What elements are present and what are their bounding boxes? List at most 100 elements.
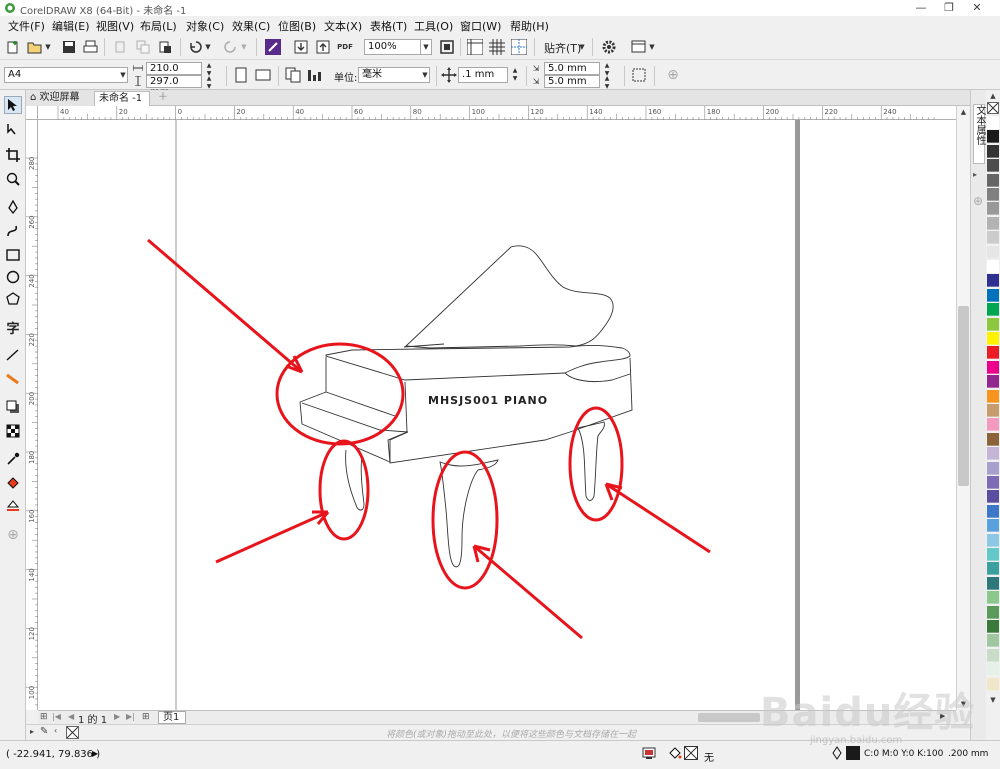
nudge-distance-field[interactable]: .1 mm [458,67,508,83]
palette-swatch[interactable] [987,461,999,475]
search-content-icon[interactable] [264,38,282,56]
save-icon[interactable] [60,38,78,56]
palette-swatch[interactable] [987,303,999,317]
menu-object[interactable]: 对象(C) [186,18,224,34]
publish-pdf-icon[interactable]: PDF [336,38,354,56]
add-page-after-icon[interactable]: ⊞ [142,712,150,722]
snap-dropdown-icon[interactable]: ▼ [578,38,586,56]
page-size-select[interactable]: A4 [4,67,128,83]
add-docker-icon[interactable]: ⊕ [973,194,983,208]
last-page-icon[interactable]: ▶| [126,712,135,721]
palette-swatch[interactable] [987,274,999,288]
all-pages-icon[interactable] [284,66,302,84]
zoom-tool-icon[interactable] [4,170,22,188]
palette-eyedropper-icon[interactable]: ✎ [40,726,48,737]
palette-swatch[interactable] [987,216,999,230]
palette-swatch[interactable] [987,432,999,446]
polygon-tool-icon[interactable] [4,290,22,308]
palette-swatch[interactable] [987,562,999,576]
palette-swatch[interactable] [987,130,999,144]
palette-swatch[interactable] [987,504,999,518]
palette-swatch[interactable] [987,476,999,489]
show-grid-icon[interactable] [488,38,506,56]
freehand-tool-icon[interactable] [4,198,22,216]
width-spinner[interactable]: ▲ ▼ [204,62,214,77]
palette-swatch[interactable] [987,519,999,533]
horizontal-ruler[interactable]: 40 20 0 20 40 60 80 100 120 140 160 180 200 220 240 [38,106,956,120]
drop-shadow-tool-icon[interactable] [4,398,22,416]
nudge-spinner[interactable]: ▲ ▼ [510,67,520,83]
palette-swatch[interactable] [987,663,999,677]
text-tool-icon[interactable]: 字 [4,318,22,337]
menu-edit[interactable]: 编辑(E) [52,18,90,34]
palette-swatch[interactable] [987,677,999,691]
menu-window[interactable]: 窗口(W) [460,18,501,34]
palette-swatch[interactable] [987,389,999,403]
next-page-icon[interactable]: ▶ [114,712,120,721]
duplicate-x-field[interactable]: 5.0 mm [544,62,600,75]
vertical-scroll-thumb[interactable] [958,306,969,486]
page-width-field[interactable]: 210.0 mm [146,62,202,85]
parallel-dimension-tool-icon[interactable] [4,346,22,364]
ellipse-tool-icon[interactable] [4,268,22,286]
previous-page-icon[interactable]: ◀ [68,712,74,721]
first-page-icon[interactable]: |◀ [52,712,61,721]
menu-view[interactable]: 视图(V) [96,18,134,34]
snap-to-menu[interactable]: 贴齐(T) [544,40,581,56]
show-rulers-icon[interactable] [466,38,484,56]
palette-swatch[interactable] [987,418,999,432]
palette-swatch[interactable] [987,620,999,633]
palette-swatch[interactable] [987,576,999,590]
treat-as-filled-icon[interactable] [630,66,648,84]
palette-swatch[interactable] [987,490,999,504]
color-proof-icon[interactable] [642,746,656,760]
duplicate-y-field[interactable]: 5.0 mm [544,75,600,88]
menu-layout[interactable]: 布局(L) [140,18,177,34]
outline-color-swatch[interactable] [846,746,860,760]
tab-document[interactable]: 未命名 -1 [94,91,150,106]
palette-scroll-icon[interactable]: ‹ [54,726,57,735]
units-dropdown-icon[interactable]: ▼ [420,67,430,83]
menu-bitmaps[interactable]: 位图(B) [278,18,316,34]
current-page-icon[interactable] [306,66,324,84]
menu-help[interactable]: 帮助(H) [510,18,549,34]
fill-none-swatch[interactable] [684,746,698,760]
menu-tools[interactable]: 工具(O) [414,18,453,34]
connector-tool-icon[interactable] [4,370,22,388]
artistic-media-tool-icon[interactable] [4,222,22,240]
redo-dropdown-icon[interactable]: ▼ [240,38,248,56]
palette-swatch[interactable] [987,648,999,662]
tab-welcome[interactable]: ⌂ 欢迎屏幕 [26,91,94,106]
horizontal-scroll-thumb[interactable] [698,713,760,722]
new-document-icon[interactable] [4,38,22,56]
menu-text[interactable]: 文本(X) [324,18,362,34]
shape-tool-icon[interactable] [4,120,22,138]
palette-swatch[interactable] [987,260,999,273]
ruler-origin[interactable] [26,106,38,120]
palette-swatch[interactable] [987,346,999,360]
add-toolbar-item-icon[interactable]: ⊕ [664,66,682,84]
palette-scroll-down-icon[interactable]: ▼ [986,696,1000,706]
new-tab-plus-icon[interactable]: ＋ [154,91,168,106]
height-spinner[interactable]: ▲ ▼ [204,75,214,90]
page-tab-1[interactable]: 页1 [158,711,187,724]
launcher-dropdown-icon[interactable]: ▼ [648,38,656,56]
palette-swatch[interactable] [987,360,999,374]
zoom-dropdown-icon[interactable]: ▼ [420,39,432,55]
close-button[interactable]: ✕ [964,0,990,16]
pick-tool-icon[interactable] [4,96,22,114]
palette-swatch[interactable] [987,447,999,461]
palette-swatch[interactable] [987,591,999,605]
minimize-button[interactable]: — [908,0,934,16]
docker-text-properties-tab[interactable]: 文本属性 [973,104,985,164]
dup-y-spinner[interactable]: ▲ ▼ [602,75,612,90]
transparency-tool-icon[interactable] [4,422,22,440]
options-gear-icon[interactable] [600,38,618,56]
full-screen-icon[interactable] [438,38,456,56]
drawing-canvas[interactable]: MHSJS001 PIANO [38,120,956,710]
eyedropper-tool-icon[interactable] [4,450,22,468]
palette-swatch[interactable] [987,144,999,158]
palette-swatch[interactable] [987,288,999,302]
application-launcher-icon[interactable] [630,38,648,56]
palette-scroll-up-icon[interactable]: ▲ [986,92,1000,102]
